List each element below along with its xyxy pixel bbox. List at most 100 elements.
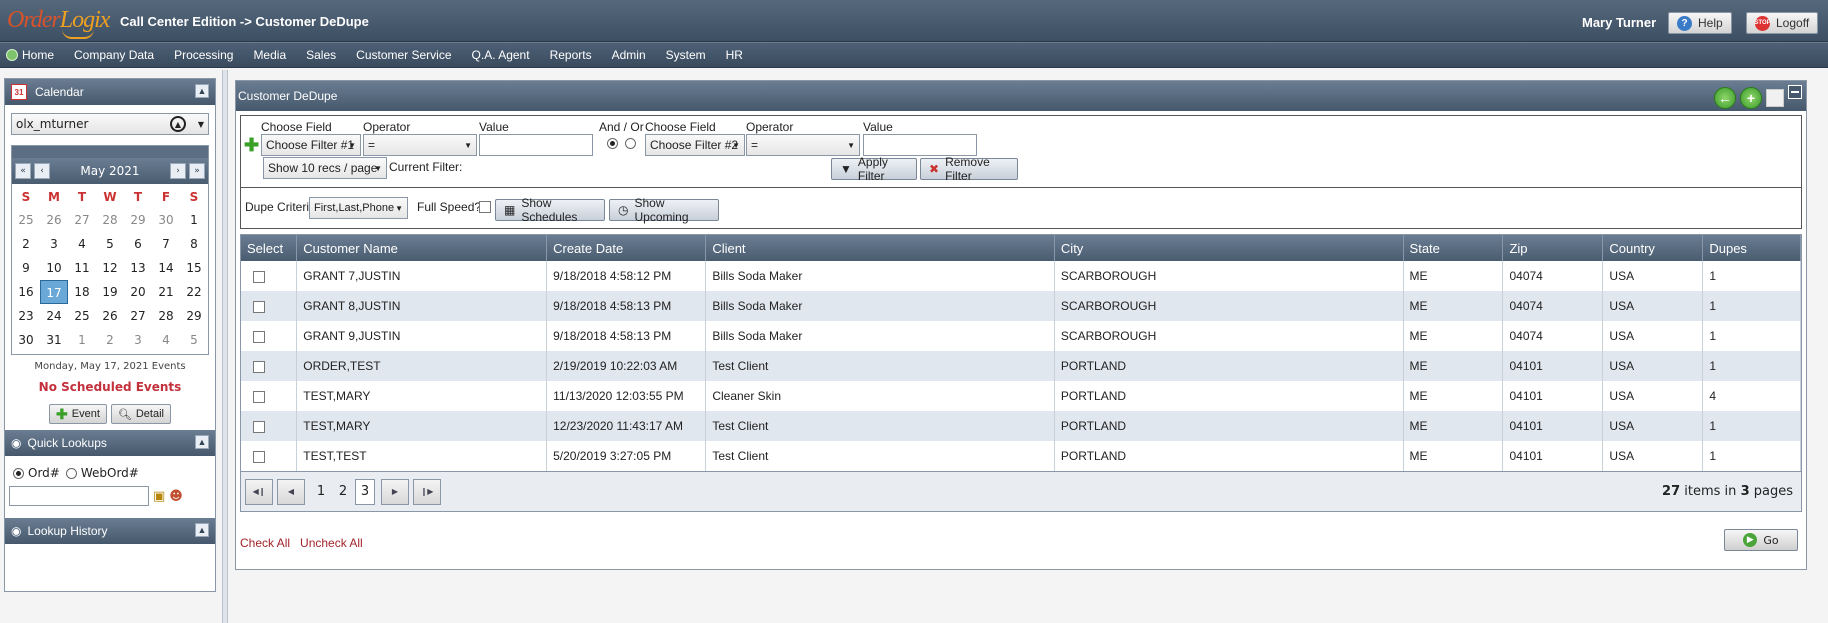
page-number[interactable]: 2	[333, 479, 353, 505]
menu-hr[interactable]: HR	[716, 48, 753, 62]
calendar-day[interactable]: 5	[96, 232, 124, 256]
panel-splitter[interactable]	[222, 70, 228, 623]
event-detail-button[interactable]: 🔍︎ Detail	[110, 404, 171, 424]
calendar-user-select[interactable]: olx_mturner ▲ ▼	[11, 113, 209, 135]
and-radio[interactable]	[607, 138, 618, 149]
filter1-operator-select[interactable]: = ▼	[363, 134, 477, 156]
help-button[interactable]: ? Help	[1668, 12, 1732, 34]
calendar-day[interactable]: 10	[40, 256, 68, 280]
calendar-day[interactable]: 21	[152, 280, 180, 304]
calendar-day[interactable]: 27	[68, 208, 96, 232]
dupe-criteria-select[interactable]: First,Last,Phone ▼	[309, 197, 408, 219]
column-header-dupes[interactable]: Dupes	[1702, 235, 1801, 261]
show-upcoming-button[interactable]: ◷ Show Upcoming	[609, 196, 719, 224]
filter1-field-select[interactable]: Choose Filter #1 ▼	[261, 134, 361, 156]
row-select-checkbox[interactable]	[253, 390, 265, 403]
calendar-day[interactable]: 29	[180, 304, 208, 328]
go-button[interactable]: ▶ Go	[1724, 529, 1798, 551]
next-page-button[interactable]: ▶	[381, 478, 409, 505]
calendar-day[interactable]: 28	[96, 208, 124, 232]
collapse-icon[interactable]: ▲	[195, 523, 209, 537]
calendar-day[interactable]: 29	[124, 208, 152, 232]
calendar-day[interactable]: 16	[12, 280, 40, 304]
menu-q-a-agent[interactable]: Q.A. Agent	[462, 48, 540, 62]
last-page-button[interactable]: ❙▶	[413, 478, 441, 505]
calendar-day[interactable]: 28	[152, 304, 180, 328]
remove-filter-button[interactable]: ✖ Remove Filter	[920, 155, 1018, 183]
filter2-operator-select[interactable]: = ▼	[746, 134, 860, 156]
column-header-client[interactable]: Client	[705, 235, 1055, 261]
calendar-day[interactable]: 20	[124, 280, 152, 304]
row-select-checkbox[interactable]	[253, 420, 265, 433]
calendar-day[interactable]: 15	[180, 256, 208, 280]
calendar-day[interactable]: 14	[152, 256, 180, 280]
calendar-day[interactable]: 11	[68, 256, 96, 280]
calendar-day[interactable]: 12	[96, 256, 124, 280]
ord-radio[interactable]	[13, 467, 24, 479]
show-schedules-button[interactable]: ▦ Show Schedules	[495, 196, 605, 224]
calendar-day[interactable]: 31	[40, 328, 68, 352]
filter1-value-input[interactable]	[479, 134, 593, 156]
calendar-day[interactable]: 4	[68, 232, 96, 256]
menu-home[interactable]: Home	[0, 48, 64, 62]
calendar-day[interactable]: 25	[68, 304, 96, 328]
page-number[interactable]: 3	[355, 478, 375, 505]
menu-customer-service[interactable]: Customer Service	[346, 48, 461, 62]
calendar-day[interactable]: 4	[152, 328, 180, 352]
back-icon[interactable]: ←	[1714, 87, 1736, 109]
column-header-zip[interactable]: Zip	[1502, 235, 1604, 261]
filter2-value-input[interactable]	[863, 134, 977, 156]
calendar-day[interactable]: 19	[96, 280, 124, 304]
calendar-day[interactable]: 30	[152, 208, 180, 232]
page-number[interactable]: 1	[311, 479, 331, 505]
calendar-day[interactable]: 6	[124, 232, 152, 256]
column-header-select[interactable]: Select	[241, 235, 298, 261]
calendar-day[interactable]: 2	[96, 328, 124, 352]
row-select-checkbox[interactable]	[253, 270, 265, 283]
next-year-button[interactable]: »	[189, 163, 205, 179]
menu-reports[interactable]: Reports	[540, 48, 602, 62]
calendar-day[interactable]: 22	[180, 280, 208, 304]
calendar-day[interactable]: 2	[12, 232, 40, 256]
calendar-day[interactable]: 9	[12, 256, 40, 280]
calendar-day[interactable]: 1	[180, 208, 208, 232]
row-select-checkbox[interactable]	[253, 450, 265, 463]
calendar-day[interactable]: 3	[40, 232, 68, 256]
prev-month-button[interactable]: ‹	[34, 163, 50, 179]
calendar-day[interactable]: 25	[12, 208, 40, 232]
refresh-icon[interactable]: ▲	[170, 116, 186, 132]
prev-year-button[interactable]: «	[15, 163, 31, 179]
lookup-input[interactable]	[9, 486, 149, 506]
minimize-icon[interactable]	[1788, 85, 1802, 99]
calendar-day[interactable]: 24	[40, 304, 68, 328]
calendar-day[interactable]: 5	[180, 328, 208, 352]
calendar-day[interactable]: 18	[68, 280, 96, 304]
column-header-customer-name[interactable]: Customer Name	[296, 235, 548, 261]
column-header-city[interactable]: City	[1054, 235, 1404, 261]
next-month-button[interactable]: ›	[170, 163, 186, 179]
uncheck-all-link[interactable]: Uncheck All	[300, 536, 363, 550]
row-select-checkbox[interactable]	[253, 360, 265, 373]
row-select-checkbox[interactable]	[253, 300, 265, 313]
calendar-day[interactable]: 17	[40, 280, 68, 304]
menu-admin[interactable]: Admin	[602, 48, 656, 62]
collapse-icon[interactable]: ▲	[195, 435, 209, 449]
prev-page-button[interactable]: ◀	[277, 478, 305, 505]
calendar-day[interactable]: 27	[124, 304, 152, 328]
or-radio[interactable]	[625, 138, 636, 149]
package-icon[interactable]: ▣	[153, 489, 165, 504]
calendar-day[interactable]: 13	[124, 256, 152, 280]
apply-filter-button[interactable]: ▼ Apply Filter	[831, 155, 917, 183]
collapse-icon[interactable]: ▲	[195, 84, 209, 98]
recs-per-page-select[interactable]: Show 10 recs / page ▼	[263, 157, 387, 179]
calendar-day[interactable]: 8	[180, 232, 208, 256]
check-all-link[interactable]: Check All	[240, 536, 290, 550]
calendar-day[interactable]: 7	[152, 232, 180, 256]
first-page-button[interactable]: ◀❙	[245, 478, 273, 505]
menu-sales[interactable]: Sales	[296, 48, 346, 62]
add-filter-icon[interactable]: ✚	[244, 136, 259, 154]
column-header-create-date[interactable]: Create Date	[546, 235, 707, 261]
people-icon[interactable]: ☻	[169, 489, 183, 504]
row-select-checkbox[interactable]	[253, 330, 265, 343]
webord-radio[interactable]	[65, 467, 77, 479]
